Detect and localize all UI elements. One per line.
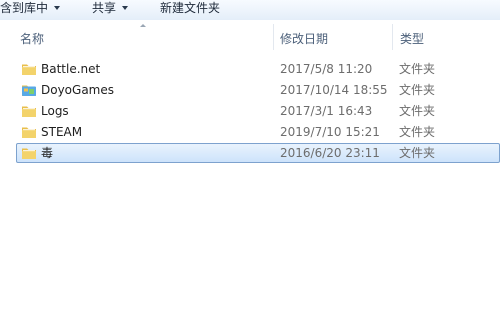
column-header-date-modified[interactable]: 修改日期 — [280, 30, 328, 47]
share-label: 共享 — [92, 1, 117, 15]
folder-icon — [22, 127, 36, 138]
share-menu[interactable]: 共享 — [92, 0, 129, 20]
new-folder-label: 新建文件夹 — [160, 1, 221, 15]
column-divider[interactable] — [273, 24, 274, 50]
chevron-down-icon — [54, 6, 61, 10]
doyogames-folder-icon — [22, 85, 36, 96]
new-folder-button[interactable]: 新建文件夹 — [160, 0, 220, 20]
file-date-modified: 2017/5/8 11:20 — [280, 62, 373, 76]
chevron-down-icon — [122, 6, 129, 10]
file-type: 文件夹 — [399, 83, 436, 97]
folder-icon — [22, 148, 36, 159]
include-in-library-menu[interactable]: 含到库中 — [0, 0, 61, 20]
file-row[interactable]: Battle.net 2017/5/8 11:20 文件夹 — [16, 59, 500, 79]
file-type: 文件夹 — [399, 62, 436, 76]
command-bar: 含到库中 共享 新建文件夹 — [0, 0, 500, 21]
file-date-modified: 2017/10/14 18:55 — [280, 83, 388, 97]
file-row[interactable]: STEAM 2019/7/10 15:21 文件夹 — [16, 122, 500, 142]
column-divider[interactable] — [392, 24, 393, 50]
explorer-window: 含到库中 共享 新建文件夹 名称 修改日期 类型 Battle.net 2017… — [0, 0, 500, 320]
column-header-name[interactable]: 名称 — [20, 30, 44, 47]
file-name: Logs — [41, 104, 69, 118]
file-name: STEAM — [41, 125, 83, 139]
file-name: DoyoGames — [41, 83, 115, 97]
file-row-selected[interactable]: 毒 2016/6/20 23:11 文件夹 — [16, 143, 500, 163]
file-type: 文件夹 — [399, 125, 436, 139]
file-date-modified: 2016/6/20 23:11 — [280, 146, 380, 160]
column-header-type[interactable]: 类型 — [400, 30, 424, 47]
file-type: 文件夹 — [399, 146, 436, 160]
folder-icon — [22, 64, 36, 75]
file-row[interactable]: DoyoGames 2017/10/14 18:55 文件夹 — [16, 80, 500, 100]
file-date-modified: 2017/3/1 16:43 — [280, 104, 373, 118]
file-date-modified: 2019/7/10 15:21 — [280, 125, 380, 139]
file-row[interactable]: Logs 2017/3/1 16:43 文件夹 — [16, 101, 500, 121]
file-name: Battle.net — [41, 62, 101, 76]
sort-ascending-icon — [140, 24, 146, 27]
include-in-library-label: 含到库中 — [0, 1, 49, 15]
file-name: 毒 — [41, 146, 54, 160]
column-header-row: 名称 修改日期 类型 — [0, 20, 500, 56]
folder-icon — [22, 106, 36, 117]
file-type: 文件夹 — [399, 104, 436, 118]
